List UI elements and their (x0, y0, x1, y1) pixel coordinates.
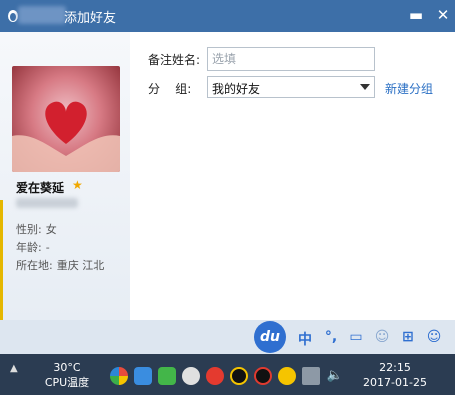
profile-panel: 爱在葵延 ★ 性别: 女 年龄: - 所在地: 重庆 江北 (0, 32, 130, 320)
cpu-temp-label: CPU温度 (44, 376, 90, 389)
tray-volume-icon[interactable]: 🔈 (326, 367, 344, 385)
baidu-ime-logo[interactable]: du (254, 321, 286, 353)
new-group-link[interactable]: 新建分组 (385, 80, 433, 97)
tray-shield-icon[interactable] (158, 367, 176, 385)
cpu-temp-value: 30°C (53, 361, 81, 374)
tray-network-icon[interactable] (302, 367, 320, 385)
title-blurred-region (18, 6, 66, 24)
group-selected-value: 我的好友 (212, 82, 261, 96)
star-icon: ★ (72, 178, 83, 192)
tray-music-icon[interactable] (206, 367, 224, 385)
gender-label: 性别: (16, 223, 42, 236)
tray-cube-icon[interactable] (134, 367, 152, 385)
clock-time: 22:15 (379, 361, 411, 374)
age-row: 年龄: - (16, 239, 50, 255)
gender-row: 性别: 女 (16, 221, 57, 237)
avatar (12, 66, 120, 172)
tray-plus-icon[interactable] (278, 367, 296, 385)
ime-user-icon[interactable]: ☺ (372, 329, 392, 349)
remark-input[interactable] (207, 47, 375, 71)
age-value: - (45, 241, 50, 254)
ime-skin-icon[interactable]: ☺ (424, 329, 444, 349)
tray-qq2-icon[interactable] (254, 367, 272, 385)
gender-value: 女 (45, 223, 57, 236)
cpu-temperature[interactable]: 30°C CPU温度 (38, 360, 96, 390)
location-label: 所在地: (16, 259, 53, 272)
ime-keyboard-button[interactable]: ▭ (346, 329, 366, 349)
ime-toolbox-icon[interactable]: ⊞ (398, 329, 418, 349)
ime-chinese-mode-button[interactable]: 中 (296, 329, 314, 349)
heart-in-hands-image (12, 101, 120, 172)
close-button[interactable]: ✕ (431, 4, 455, 26)
tray-expand-icon[interactable]: ▲ (10, 363, 18, 374)
location-value: 重庆 江北 (56, 259, 105, 272)
tray-qq-icon[interactable] (230, 367, 248, 385)
dropdown-arrow-icon (360, 84, 370, 90)
age-label: 年龄: (16, 241, 42, 254)
ime-punctuation-button[interactable]: °, (320, 329, 342, 349)
window-title: 添加好友 (64, 11, 117, 26)
group-select[interactable]: 我的好友 (207, 76, 375, 98)
nickname: 爱在葵延 (16, 181, 65, 195)
title-bar[interactable]: 添加好友 ▬ ✕ (0, 0, 455, 32)
minimize-button[interactable]: ▬ (404, 4, 428, 26)
taskbar-clock[interactable]: 22:15 2017-01-25 (352, 360, 438, 390)
tray-figure-icon[interactable] (182, 367, 200, 385)
tray-app-icon[interactable] (110, 367, 128, 385)
blurred-account-id (16, 198, 78, 208)
clock-date: 2017-01-25 (363, 376, 427, 389)
group-label: 分 组: (148, 82, 192, 96)
desktop-background-strip (0, 200, 3, 320)
location-row: 所在地: 重庆 江北 (16, 257, 104, 273)
remark-label: 备注姓名: (148, 53, 201, 67)
add-friend-dialog: 添加好友 ▬ ✕ 爱在葵延 ★ 性别: 女 年龄: - 所在地: 重庆 江北 备注姓名… (0, 0, 455, 320)
